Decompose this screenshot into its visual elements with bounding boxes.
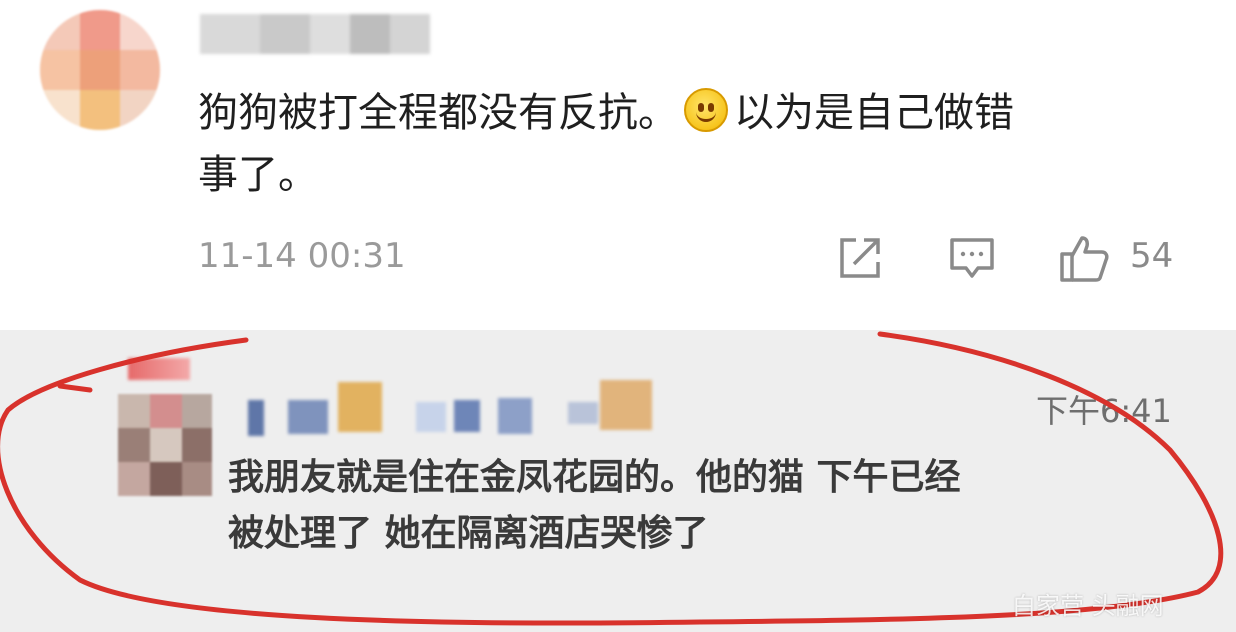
comment-text-line2: 事了。 (198, 152, 318, 198)
comment-card: 狗狗被打全程都没有反抗。 以为是自己做错 事了。 11-14 00:31 54 (0, 0, 1236, 330)
like-button[interactable] (1058, 234, 1109, 282)
share-button[interactable] (836, 234, 884, 282)
avatar[interactable] (40, 10, 160, 130)
watermark: 白家营 头融网 (1012, 592, 1164, 620)
comment-button[interactable] (948, 234, 996, 282)
thumbs-up-icon (1060, 236, 1109, 282)
like-count: 54 (1130, 236, 1174, 276)
embedded-screenshot: 下午6:41 我朋友就是住在金凤花园的。他的猫 下午已经 被处理了 她在隔离酒店… (0, 330, 1236, 632)
share-icon (840, 238, 880, 278)
comment-text-part2: 以为是自己做错 (734, 90, 1014, 136)
comment-timestamp: 11-14 00:31 (198, 236, 406, 276)
username-blurred[interactable] (200, 14, 430, 54)
comment-text-part1: 狗狗被打全程都没有反抗。 (198, 90, 678, 136)
comment-icon (950, 238, 994, 278)
smile-emoji-icon (684, 88, 728, 132)
comment-text: 狗狗被打全程都没有反抗。 以为是自己做错 事了。 (198, 82, 1178, 206)
